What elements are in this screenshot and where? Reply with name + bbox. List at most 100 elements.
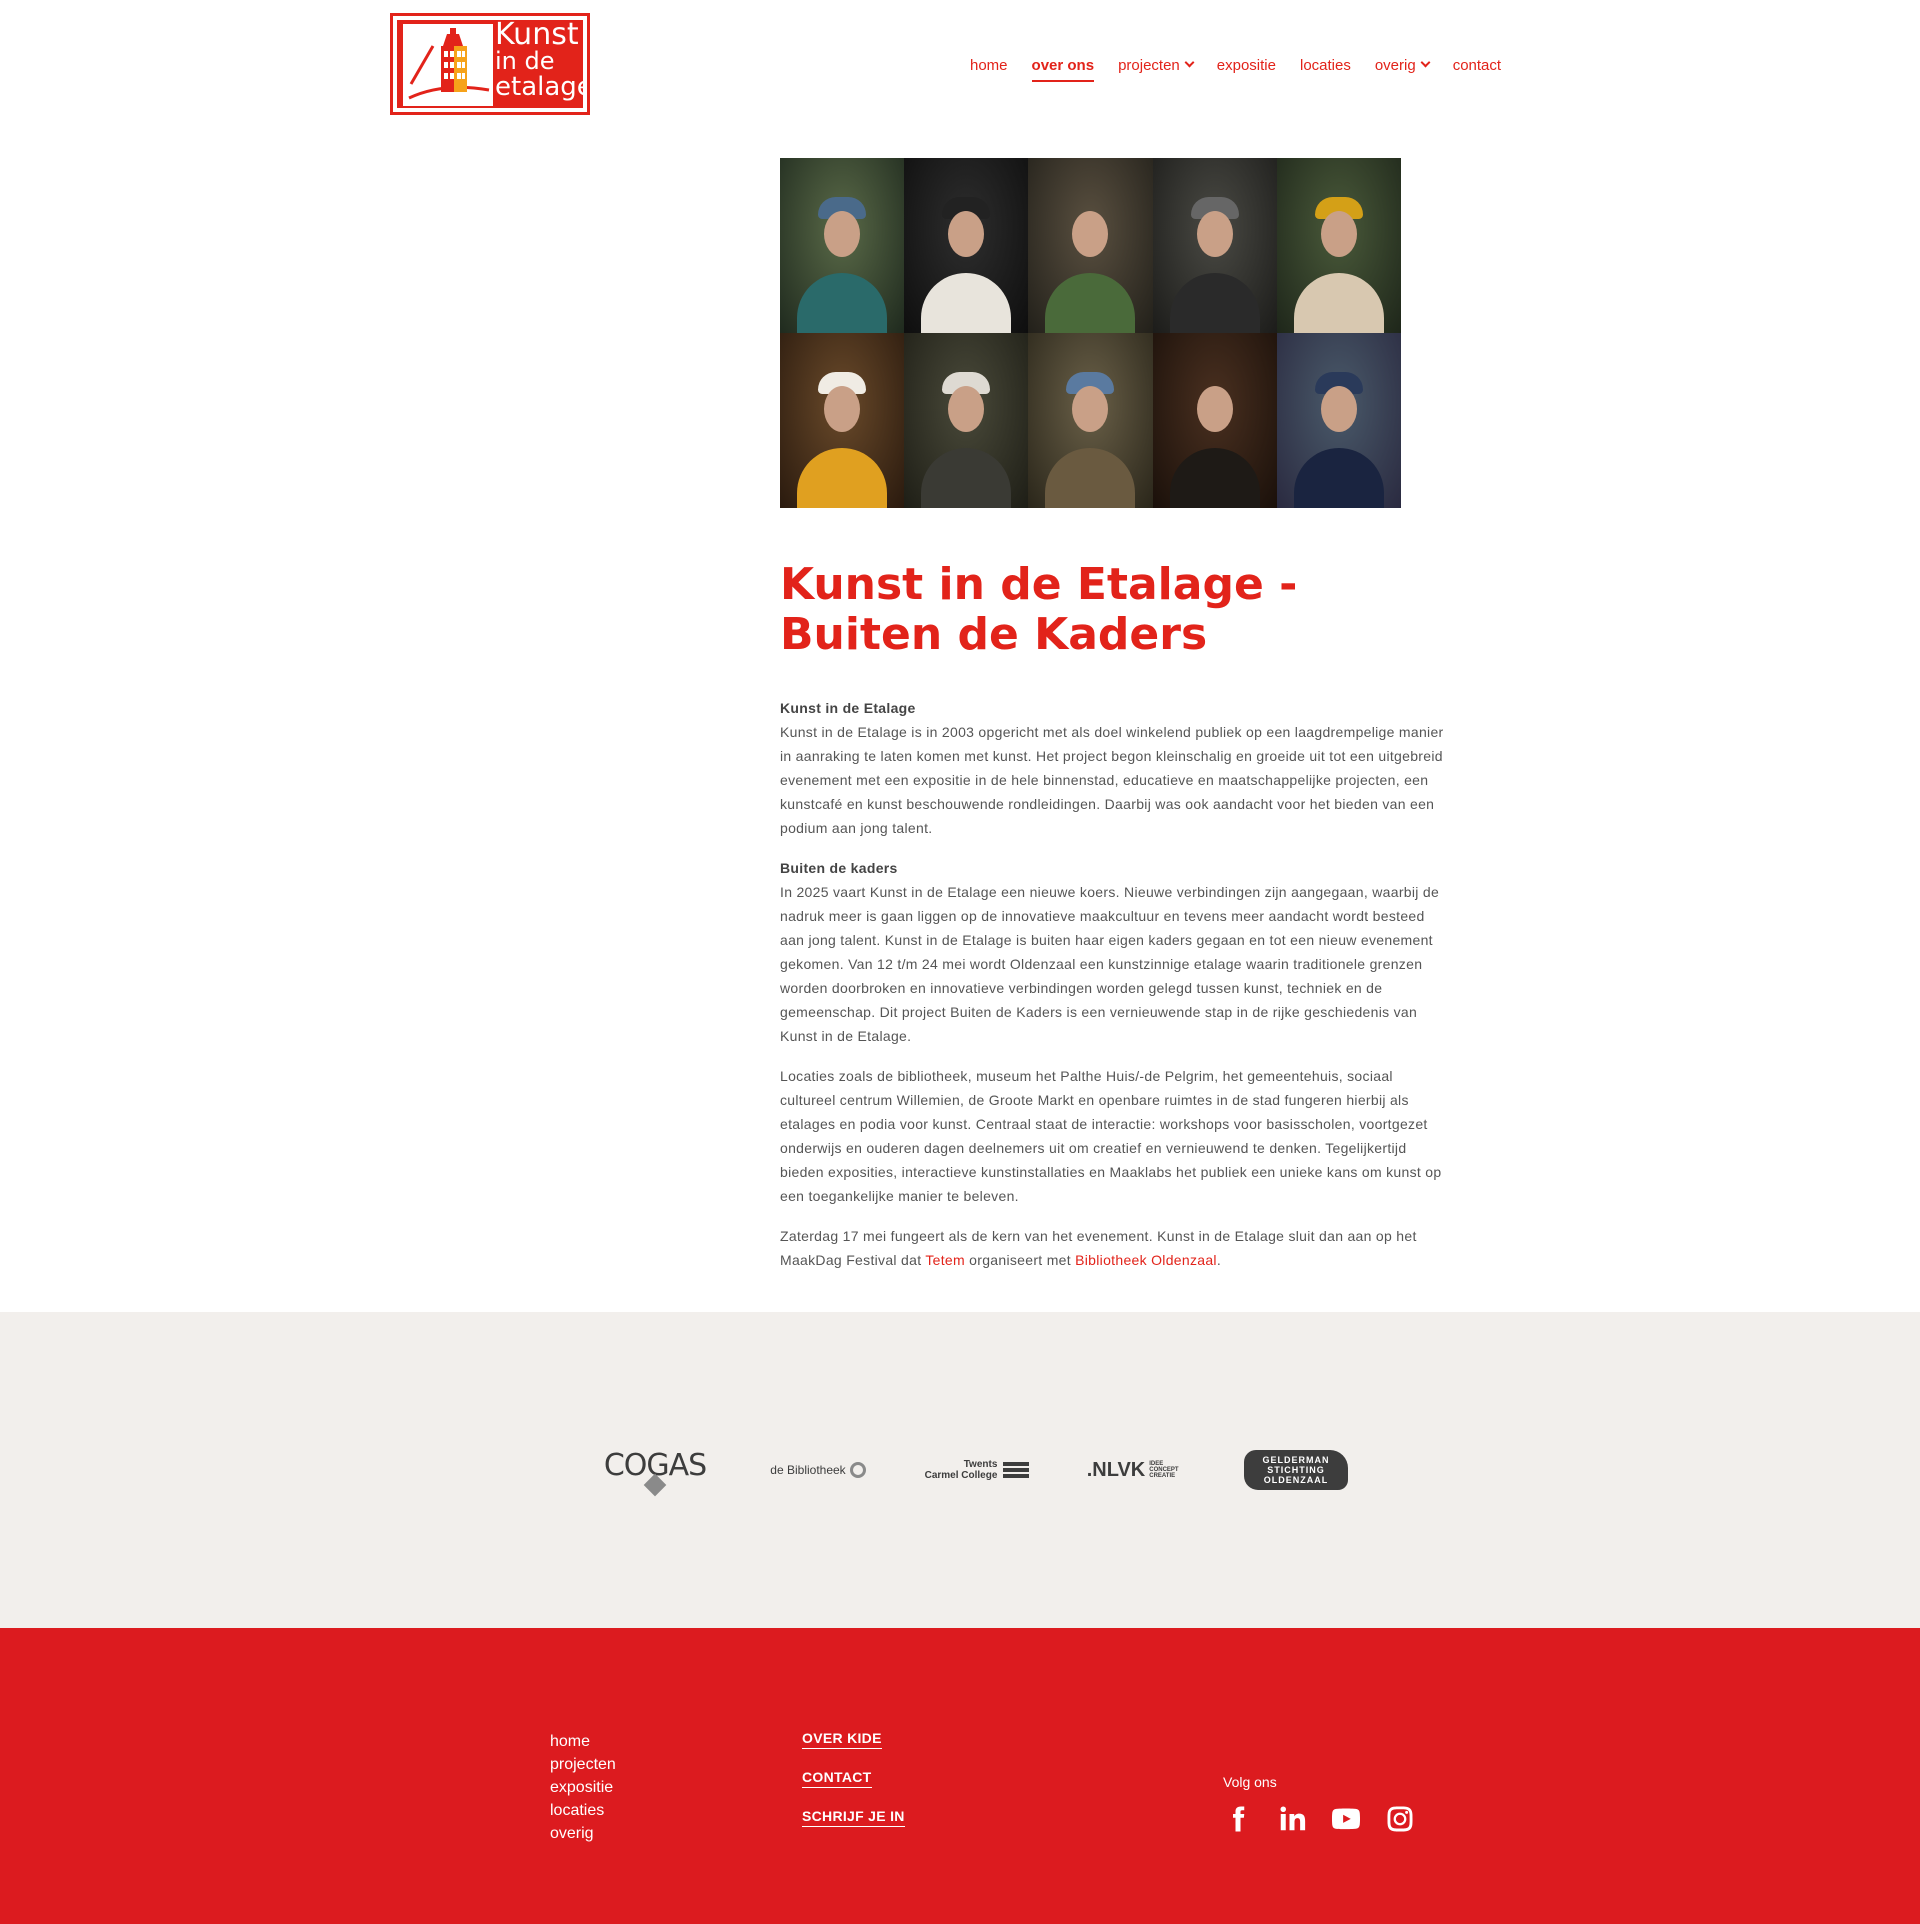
portrait-face: [1196, 385, 1233, 432]
portrait-clothing: [1293, 448, 1384, 508]
footer-links: OVER KIDE CONTACT SCHRIJF JE IN: [802, 1730, 905, 1847]
portrait-face: [824, 385, 861, 432]
footer-link-contact[interactable]: CONTACT: [802, 1769, 872, 1788]
sponsor-name: GELDERMAN: [1262, 1455, 1330, 1465]
portrait-clothing: [921, 448, 1012, 508]
social-icons: [1223, 1804, 1415, 1834]
hero-portrait-collage: [780, 158, 1401, 508]
nav-label: locaties: [1299, 57, 1351, 74]
footer-link-schrijf-je-in[interactable]: SCHRIJF JE IN: [802, 1808, 905, 1827]
footer-menu-projecten[interactable]: projecten: [550, 1753, 616, 1776]
portrait-face: [948, 210, 985, 257]
footer-social: Volg ons: [1223, 1774, 1415, 1834]
sponsor-tagline: IDEE CONCEPT CREATIE: [1149, 1461, 1179, 1479]
footer-link-over-kide[interactable]: OVER KIDE: [802, 1730, 882, 1749]
logo-mark: Kunst in de etalage: [397, 20, 583, 108]
portrait-face: [948, 385, 985, 432]
portrait-image: [904, 158, 1029, 333]
instagram-icon[interactable]: [1385, 1804, 1415, 1834]
portrait-clothing: [1045, 448, 1136, 508]
sponsor-name: Carmel College: [924, 1470, 998, 1481]
portrait-image: [1276, 158, 1401, 333]
section-text: Kunst in de Etalage is in 2003 opgericht…: [780, 724, 1444, 836]
stripes-icon: [1003, 1462, 1030, 1478]
locaties-paragraph: Locaties zoals de bibliotheek, museum he…: [780, 1064, 1445, 1208]
sponsor-name: .NLVK: [1086, 1458, 1146, 1481]
chevron-down-icon: [1184, 57, 1195, 68]
footer-menu-locaties[interactable]: locaties: [550, 1799, 616, 1822]
portrait-face: [824, 210, 861, 257]
portrait-clothing: [797, 273, 888, 333]
nav-over-ons[interactable]: over ons: [1031, 57, 1094, 82]
main-content: Kunst in de Etalage - Buiten de Kaders K…: [780, 560, 1445, 1288]
bibliotheek-icon: [849, 1462, 866, 1478]
intro-paragraph: Kunst in de Etalage Kunst in de Etalage …: [780, 696, 1445, 840]
youtube-icon[interactable]: [1331, 1804, 1361, 1834]
site-header: Kunst in de etalage home over ons projec…: [0, 0, 1920, 130]
nav-label: contact: [1452, 57, 1502, 74]
portrait-clothing: [1293, 273, 1384, 333]
sponsor-logo-bibliotheek[interactable]: de Bibliotheek: [768, 1440, 868, 1500]
section-text: organiseert met: [964, 1252, 1076, 1268]
portrait-clothing: [1169, 273, 1260, 333]
chevron-down-icon: [1420, 57, 1431, 68]
portrait-image: [904, 333, 1029, 508]
nav-projecten[interactable]: projecten: [1118, 57, 1195, 74]
sponsor-name: de Bibliotheek: [770, 1463, 846, 1477]
sponsor-logo-cogas[interactable]: COGAS: [600, 1440, 710, 1500]
footer-menu-home[interactable]: home: [550, 1730, 616, 1753]
logo-line-3: etalage: [495, 72, 583, 102]
follow-label: Volg ons: [1223, 1774, 1277, 1790]
sponsor-logo-gelderman[interactable]: GELDERMAN STICHTING OLDENZAAL: [1244, 1450, 1348, 1490]
section-heading: Kunst in de Etalage: [780, 700, 916, 716]
sponsor-name: OLDENZAAL: [1263, 1475, 1329, 1485]
portrait-image: [780, 158, 905, 333]
main-nav: home over ons projecten expositie locati…: [970, 57, 1525, 82]
portrait-image: [1028, 333, 1153, 508]
footer-menu: home projecten expositie locaties overig: [550, 1730, 616, 1845]
nav-expositie[interactable]: expositie: [1217, 57, 1276, 74]
nav-overig[interactable]: overig: [1374, 57, 1431, 74]
nav-label: expositie: [1216, 57, 1276, 74]
portrait-clothing: [1169, 448, 1260, 508]
section-text: .: [1216, 1252, 1222, 1268]
bibliotheek-oldenzaal-link[interactable]: Bibliotheek Oldenzaal: [1075, 1252, 1217, 1268]
facebook-icon[interactable]: [1223, 1804, 1253, 1834]
tower-illustration-icon: [403, 24, 493, 106]
portrait-face: [1196, 210, 1233, 257]
site-logo[interactable]: Kunst in de etalage: [390, 13, 590, 115]
sponsor-name-wrapper: Twents Carmel College: [925, 1459, 998, 1481]
sponsor-logo-twents-carmel[interactable]: Twents Carmel College: [922, 1440, 1032, 1500]
portrait-face: [1072, 210, 1109, 257]
portrait-clothing: [1045, 273, 1136, 333]
portrait-image: [1152, 158, 1277, 333]
section-heading: Buiten de kaders: [780, 860, 898, 876]
buiten-de-kaders-paragraph: Buiten de kaders In 2025 vaart Kunst in …: [780, 856, 1445, 1048]
section-text: Locaties zoals de bibliotheek, museum he…: [780, 1068, 1442, 1204]
portrait-clothing: [921, 273, 1012, 333]
site-footer: home projecten expositie locaties overig…: [0, 1628, 1920, 1924]
sponsors-section: COGAS de Bibliotheek Twents Carmel Colle…: [0, 1312, 1920, 1628]
footer-menu-expositie[interactable]: expositie: [550, 1776, 616, 1799]
maakdag-paragraph: Zaterdag 17 mei fungeert als de kern van…: [780, 1224, 1445, 1272]
portrait-image: [1028, 158, 1153, 333]
nav-label: overig: [1374, 57, 1416, 74]
portrait-face: [1320, 210, 1357, 257]
logo-wordmark: Kunst in de etalage: [495, 20, 583, 102]
linkedin-icon[interactable]: [1277, 1804, 1307, 1834]
nav-label: projecten: [1118, 57, 1180, 74]
nav-home[interactable]: home: [970, 57, 1008, 74]
sponsor-name: STICHTING: [1267, 1465, 1325, 1475]
sponsor-logo-nlvk[interactable]: .NLVK IDEE CONCEPT CREATIE: [1084, 1440, 1188, 1500]
sponsor-name: Twents: [963, 1459, 998, 1470]
nav-label: home: [970, 57, 1008, 74]
logo-line-1: Kunst: [495, 20, 579, 52]
portrait-face: [1320, 385, 1357, 432]
tetem-link[interactable]: Tetem: [925, 1252, 965, 1268]
footer-menu-overig[interactable]: overig: [550, 1822, 616, 1845]
section-text: In 2025 vaart Kunst in de Etalage een ni…: [780, 884, 1440, 1044]
nav-locaties[interactable]: locaties: [1300, 57, 1351, 74]
nav-contact[interactable]: contact: [1453, 57, 1501, 74]
portrait-image: [1276, 333, 1401, 508]
portrait-clothing: [797, 448, 888, 508]
